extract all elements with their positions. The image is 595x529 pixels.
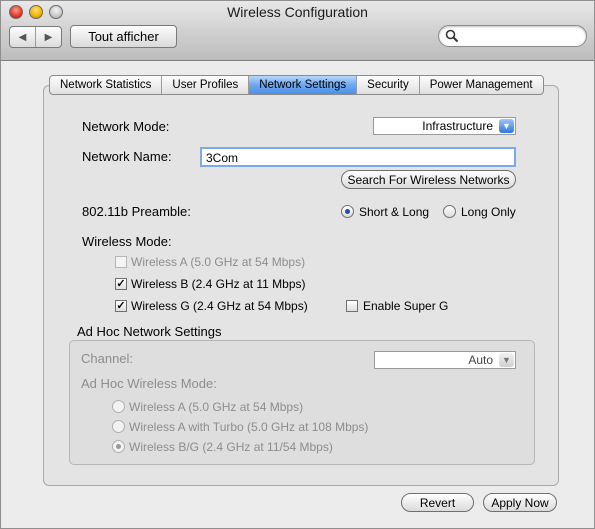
search-field[interactable] xyxy=(438,25,587,47)
channel-select[interactable]: Auto ▼ xyxy=(374,351,516,369)
preferences-window: Wireless Configuration ◀ ▶ Tout afficher… xyxy=(0,0,595,529)
wireless-a-checkbox[interactable] xyxy=(115,256,127,268)
adhoc-wireless-a-radio[interactable] xyxy=(112,400,125,413)
tab-bar: Network Statistics User Profiles Network… xyxy=(49,75,544,95)
adhoc-section-title: Ad Hoc Network Settings xyxy=(77,324,222,339)
network-mode-value: Infrastructure xyxy=(422,119,493,133)
adhoc-wireless-bg-radio[interactable] xyxy=(112,440,125,453)
super-g-checkbox[interactable] xyxy=(346,300,358,312)
adhoc-wireless-a-turbo-radio[interactable] xyxy=(112,420,125,433)
wireless-b-label: Wireless B (2.4 GHz at 11 Mbps) xyxy=(131,277,306,291)
network-name-label: Network Name: xyxy=(82,149,172,164)
back-forward-control: ◀ ▶ xyxy=(9,26,62,48)
wireless-g-checkbox[interactable]: ✓ xyxy=(115,300,127,312)
adhoc-wireless-a-label: Wireless A (5.0 GHz at 54 Mbps) xyxy=(129,400,304,414)
tab-network-statistics[interactable]: Network Statistics xyxy=(50,76,163,94)
title-bar: Wireless Configuration ◀ ▶ Tout afficher xyxy=(1,1,594,61)
back-arrow-icon[interactable]: ◀ xyxy=(10,27,36,47)
chevron-down-icon: ▼ xyxy=(499,353,514,367)
tab-network-settings[interactable]: Network Settings xyxy=(249,76,358,94)
network-mode-label: Network Mode: xyxy=(82,119,170,134)
tab-security[interactable]: Security xyxy=(357,76,420,94)
wireless-b-checkbox[interactable]: ✓ xyxy=(115,278,127,290)
preamble-long-only-label: Long Only xyxy=(461,205,516,219)
adhoc-wireless-a-turbo-label: Wireless A with Turbo (5.0 GHz at 108 Mb… xyxy=(129,420,369,434)
adhoc-mode-label: Ad Hoc Wireless Mode: xyxy=(81,376,217,391)
network-name-input[interactable]: 3Com xyxy=(200,147,516,167)
preamble-short-long-label: Short & Long xyxy=(359,205,430,219)
preamble-short-long-radio[interactable] xyxy=(341,205,354,218)
window-title: Wireless Configuration xyxy=(227,4,368,20)
wireless-g-label: Wireless G (2.4 GHz at 54 Mbps) xyxy=(131,299,308,313)
forward-arrow-icon[interactable]: ▶ xyxy=(36,27,61,47)
apply-now-button[interactable]: Apply Now xyxy=(483,493,557,512)
super-g-label: Enable Super G xyxy=(363,299,449,313)
tab-power-management[interactable]: Power Management xyxy=(420,76,543,94)
preamble-label: 802.11b Preamble: xyxy=(82,204,191,219)
search-wireless-networks-button[interactable]: Search For Wireless Networks xyxy=(341,170,516,189)
wireless-a-label: Wireless A (5.0 GHz at 54 Mbps) xyxy=(131,255,306,269)
show-all-button[interactable]: Tout afficher xyxy=(70,25,177,48)
tab-user-profiles[interactable]: User Profiles xyxy=(162,76,250,94)
revert-button[interactable]: Revert xyxy=(401,493,474,512)
channel-label: Channel: xyxy=(81,351,134,366)
network-mode-select[interactable]: Infrastructure ▼ xyxy=(373,117,516,135)
search-icon xyxy=(445,29,459,43)
wireless-mode-label: Wireless Mode: xyxy=(82,234,172,249)
channel-value: Auto xyxy=(468,353,493,367)
adhoc-wireless-bg-label: Wireless B/G (2.4 GHz at 11/54 Mbps) xyxy=(129,440,333,454)
preamble-long-only-radio[interactable] xyxy=(443,205,456,218)
chevron-down-icon: ▼ xyxy=(499,119,514,133)
